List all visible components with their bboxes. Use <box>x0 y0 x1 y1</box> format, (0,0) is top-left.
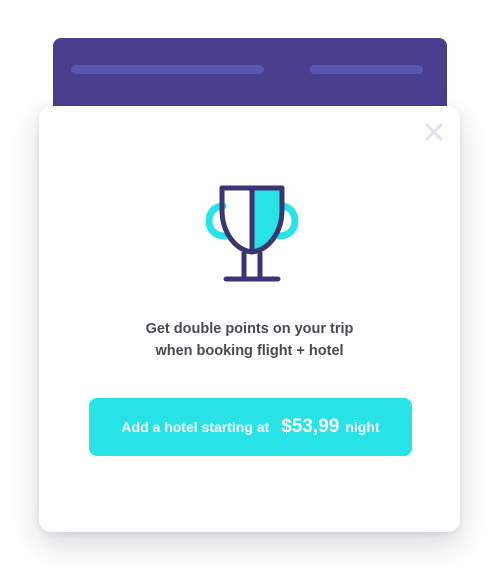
header-placeholder-bar <box>71 65 264 74</box>
trophy-icon <box>199 184 305 284</box>
app-stage: Get double points on your trip when book… <box>0 0 500 574</box>
header-placeholder-bar <box>310 65 423 74</box>
cta-suffix-label: night <box>345 419 380 435</box>
close-icon[interactable] <box>424 122 444 142</box>
promo-message: Get double points on your trip when book… <box>39 318 460 362</box>
cta-price: $53,99 <box>281 416 340 437</box>
promo-modal: Get double points on your trip when book… <box>39 106 460 532</box>
promo-message-line: when booking flight + hotel <box>155 343 344 359</box>
add-hotel-button[interactable]: Add a hotel starting at $53,99 night <box>89 398 412 456</box>
promo-message-line: Get double points on your trip <box>145 321 354 337</box>
cta-prefix-label: Add a hotel starting at <box>121 419 270 435</box>
